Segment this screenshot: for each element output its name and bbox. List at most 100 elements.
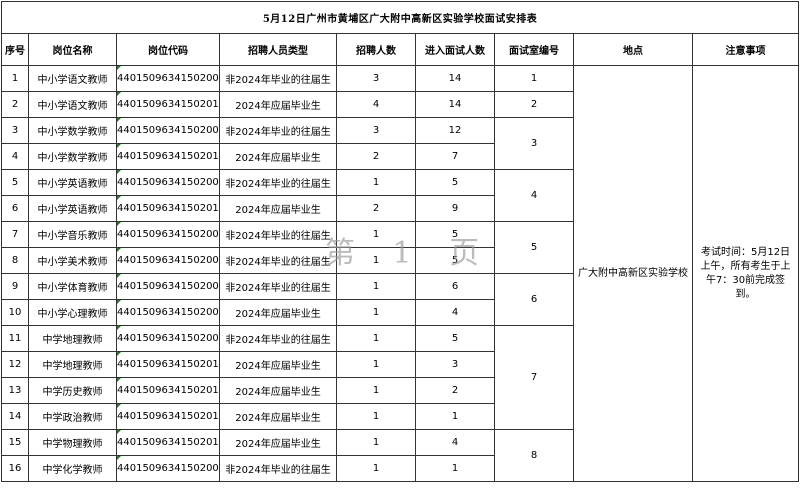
cell-position-name[interactable]: 中小学英语教师	[28, 195, 117, 222]
header-location[interactable]: 地点	[573, 33, 693, 66]
cell-hire-count[interactable]: 1	[336, 247, 416, 274]
cell-position-code[interactable]: 44015096341502011	[116, 143, 220, 170]
cell-room-number[interactable]: 5	[494, 221, 574, 274]
cell-recruit-type[interactable]: 2024年应届毕业生	[219, 195, 337, 222]
cell-hire-count[interactable]: 1	[336, 299, 416, 326]
cell-serial[interactable]: 13	[1, 377, 29, 404]
cell-serial[interactable]: 14	[1, 403, 29, 430]
cell-position-name[interactable]: 中小学音乐教师	[28, 221, 117, 248]
cell-serial[interactable]: 11	[1, 325, 29, 352]
cell-serial[interactable]: 8	[1, 247, 29, 274]
cell-interview-count[interactable]: 9	[415, 195, 495, 222]
cell-recruit-type[interactable]: 2024年应届毕业生	[219, 403, 337, 430]
cell-interview-count[interactable]: 5	[415, 221, 495, 248]
cell-hire-count[interactable]: 2	[336, 143, 416, 170]
cell-hire-count[interactable]: 2	[336, 195, 416, 222]
cell-position-name[interactable]: 中小学数学教师	[28, 143, 117, 170]
cell-recruit-type[interactable]: 2024年应届毕业生	[219, 91, 337, 118]
cell-interview-count[interactable]: 12	[415, 117, 495, 144]
cell-interview-count[interactable]: 5	[415, 247, 495, 274]
cell-recruit-type[interactable]: 非2024年毕业的往届生	[219, 221, 337, 248]
cell-hire-count[interactable]: 1	[336, 351, 416, 378]
cell-position-code[interactable]: 44015096341502010	[116, 91, 220, 118]
header-position-name[interactable]: 岗位名称	[28, 33, 117, 66]
cell-recruit-type[interactable]: 2024年应届毕业生	[219, 299, 337, 326]
cell-position-code[interactable]: 44015096341502001	[116, 65, 220, 92]
cell-position-code[interactable]: 44015096341502012	[116, 195, 220, 222]
cell-location[interactable]: 广大附中高新区实验学校	[573, 65, 693, 482]
cell-serial[interactable]: 5	[1, 169, 29, 196]
cell-interview-count[interactable]: 5	[415, 169, 495, 196]
cell-hire-count[interactable]: 1	[336, 273, 416, 300]
cell-room-number[interactable]: 4	[494, 169, 574, 222]
cell-position-code[interactable]: 44015096341502003	[116, 169, 220, 196]
header-recruit-type[interactable]: 招聘人员类型	[219, 33, 337, 66]
cell-interview-count[interactable]: 1	[415, 455, 495, 482]
cell-position-name[interactable]: 中小学美术教师	[28, 247, 117, 274]
cell-interview-count[interactable]: 4	[415, 429, 495, 456]
cell-position-code[interactable]: 44015096341502004	[116, 221, 220, 248]
header-room-number[interactable]: 面试室编号	[494, 33, 574, 66]
cell-recruit-type[interactable]: 非2024年毕业的往届生	[219, 455, 337, 482]
cell-recruit-type[interactable]: 非2024年毕业的往届生	[219, 117, 337, 144]
cell-position-name[interactable]: 中学历史教师	[28, 377, 117, 404]
cell-position-code[interactable]: 44015096341502006	[116, 247, 220, 274]
cell-position-code[interactable]: 44015096341502015	[116, 429, 220, 456]
cell-recruit-type[interactable]: 2024年应届毕业生	[219, 143, 337, 170]
cell-hire-count[interactable]: 1	[336, 455, 416, 482]
cell-room-number[interactable]: 7	[494, 325, 574, 430]
cell-interview-count[interactable]: 3	[415, 351, 495, 378]
cell-position-name[interactable]: 中学物理教师	[28, 429, 117, 456]
sheet-title[interactable]: 5月12日广州市黄埔区广大附中高新区实验学校面试安排表	[0, 1, 800, 34]
cell-serial[interactable]: 3	[1, 117, 29, 144]
cell-position-name[interactable]: 中小学语文教师	[28, 65, 117, 92]
cell-position-code[interactable]: 44015096341502008	[116, 455, 220, 482]
cell-position-name[interactable]: 中小学英语教师	[28, 169, 117, 196]
cell-room-number[interactable]: 1	[494, 65, 574, 92]
header-interview-count[interactable]: 进入面试人数	[415, 33, 495, 66]
cell-interview-count[interactable]: 14	[415, 65, 495, 92]
cell-room-number[interactable]: 3	[494, 117, 574, 170]
cell-recruit-type[interactable]: 2024年应届毕业生	[219, 429, 337, 456]
cell-serial[interactable]: 10	[1, 299, 29, 326]
cell-room-number[interactable]: 8	[494, 429, 574, 482]
header-hire-count[interactable]: 招聘人数	[336, 33, 416, 66]
cell-serial[interactable]: 1	[1, 65, 29, 92]
cell-position-name[interactable]: 中小学语文教师	[28, 91, 117, 118]
cell-position-name[interactable]: 中小学数学教师	[28, 117, 117, 144]
cell-position-name[interactable]: 中学地理教师	[28, 325, 117, 352]
cell-hire-count[interactable]: 1	[336, 221, 416, 248]
cell-interview-count[interactable]: 14	[415, 91, 495, 118]
cell-serial[interactable]: 7	[1, 221, 29, 248]
cell-hire-count[interactable]: 1	[336, 169, 416, 196]
cell-serial[interactable]: 16	[1, 455, 29, 482]
cell-room-number[interactable]: 2	[494, 91, 574, 118]
cell-notes[interactable]: 考试时间：5月12日上午，所有考生于上午7：30前完成签到。	[691, 65, 800, 482]
cell-room-number[interactable]: 6	[494, 273, 574, 326]
cell-position-name[interactable]: 中学政治教师	[28, 403, 117, 430]
cell-position-code[interactable]: 44015096341502014	[116, 377, 220, 404]
cell-position-code[interactable]: 44015096341502002	[116, 117, 220, 144]
cell-position-name[interactable]: 中学地理教师	[28, 351, 117, 378]
header-serial[interactable]: 序号	[1, 33, 29, 66]
cell-recruit-type[interactable]: 2024年应届毕业生	[219, 377, 337, 404]
cell-recruit-type[interactable]: 非2024年毕业的往届生	[219, 325, 337, 352]
cell-position-code[interactable]: 44015096341502005	[116, 273, 220, 300]
cell-interview-count[interactable]: 7	[415, 143, 495, 170]
cell-position-code[interactable]: 44015096341502007	[116, 325, 220, 352]
cell-recruit-type[interactable]: 非2024年毕业的往届生	[219, 247, 337, 274]
cell-position-code[interactable]: 44015096341502016	[116, 351, 220, 378]
cell-hire-count[interactable]: 1	[336, 377, 416, 404]
cell-serial[interactable]: 2	[1, 91, 29, 118]
cell-position-code[interactable]: 44015096341502013	[116, 403, 220, 430]
cell-hire-count[interactable]: 1	[336, 403, 416, 430]
cell-recruit-type[interactable]: 非2024年毕业的往届生	[219, 65, 337, 92]
cell-position-code[interactable]: 44015096341502009	[116, 299, 220, 326]
cell-position-name[interactable]: 中学化学教师	[28, 455, 117, 482]
header-notes[interactable]: 注意事项	[691, 33, 800, 66]
header-position-code[interactable]: 岗位代码	[116, 33, 220, 66]
cell-serial[interactable]: 15	[1, 429, 29, 456]
cell-hire-count[interactable]: 3	[336, 65, 416, 92]
cell-serial[interactable]: 6	[1, 195, 29, 222]
cell-serial[interactable]: 9	[1, 273, 29, 300]
